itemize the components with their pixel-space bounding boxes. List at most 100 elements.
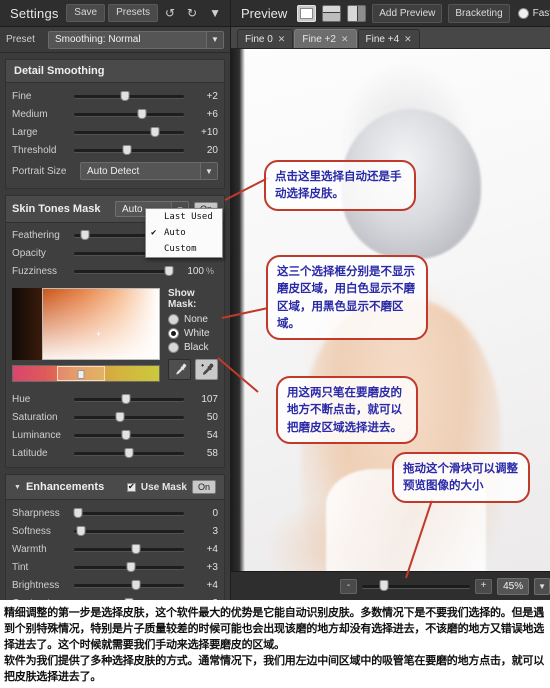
slider-medium[interactable]: Medium +6 [6,105,224,123]
slider-fine[interactable]: Fine +2 [6,87,224,105]
radio-show-mask-white[interactable]: White [168,328,218,339]
radio-icon[interactable] [517,7,529,19]
zoom-bar: - + 45% ▼ [231,571,550,600]
slider-softness[interactable]: Softness 3 [6,522,224,540]
add-preview-button[interactable]: Add Preview [372,3,443,23]
color-gradient-field[interactable]: + [12,288,160,360]
color-sv-field[interactable] [42,288,160,360]
slider-fuzziness[interactable]: Fuzziness 100 % [6,262,224,280]
zoom-slider-track [362,585,471,588]
tab-fine-plus-2[interactable]: Fine +2 ✕ [294,29,357,48]
slider-knob[interactable] [73,508,83,518]
zoom-slider-knob[interactable] [379,580,389,591]
radio-icon[interactable] [168,342,179,353]
tab-fine-plus-4[interactable]: Fine +4 ✕ [357,29,420,48]
slider-track-area[interactable] [74,390,184,408]
portrait-size-select[interactable]: Auto Detect ▼ [80,162,218,180]
presets-button[interactable]: Presets [108,4,158,22]
radio-icon[interactable] [168,328,179,339]
hue-range-knob[interactable] [77,370,85,379]
slider-track-area[interactable] [74,540,184,558]
slider-track-area[interactable] [74,558,184,576]
settings-menu-icon[interactable]: ▼ [204,4,226,22]
preview-tabbar: Fine 0 ✕ Fine +2 ✕ Fine +4 ✕ [231,27,550,49]
slider-knob[interactable] [164,266,174,276]
bracketing-button[interactable]: Bracketing [448,3,510,23]
eyedropper-plus-icon[interactable] [195,359,218,380]
preset-value: Smoothing: Normal [55,34,141,45]
slider-track-area[interactable] [74,141,184,159]
dropdown-item-custom[interactable]: Custom [146,241,222,257]
slider-knob[interactable] [124,448,134,458]
close-icon[interactable]: ✕ [404,34,412,45]
eyedropper-plain-icon[interactable] [168,359,191,380]
zoom-slider[interactable] [362,578,471,594]
slider-saturation[interactable]: Saturation 50 [6,408,224,426]
tab-fine-0[interactable]: Fine 0 ✕ [237,29,294,48]
slider-knob[interactable] [126,562,136,572]
slider-track-area[interactable] [74,123,184,141]
slider-track-area[interactable] [74,522,184,540]
slider-track [74,131,184,134]
slider-knob[interactable] [131,580,141,590]
split-horizontal-view-icon[interactable] [322,4,342,22]
single-view-icon[interactable] [297,4,317,22]
skin-tones-mask-dropdown-menu[interactable]: Last Used ✔ Auto Custom [145,208,223,258]
slider-hue[interactable]: Hue 107 [6,390,224,408]
slider-knob[interactable] [121,430,131,440]
use-mask-checkbox[interactable]: ✔ [126,482,136,492]
enhancements-header[interactable]: ▼ Enhancements ✔ Use Mask On [6,475,224,500]
slider-sharpness[interactable]: Sharpness 0 [6,504,224,522]
chevron-down-icon[interactable]: ▼ [534,577,550,595]
radio-icon[interactable] [168,314,179,325]
zoom-in-button[interactable]: + [475,578,493,594]
slider-track-area[interactable] [73,504,184,522]
slider-knob[interactable] [137,109,147,119]
slider-latitude[interactable]: Latitude 58 [6,444,224,462]
slider-large[interactable]: Large +10 [6,123,224,141]
slider-track-area[interactable] [74,444,184,462]
slider-track-area[interactable] [74,262,174,280]
zoom-out-button[interactable]: - [340,578,358,594]
radio-show-mask-black[interactable]: Black [168,342,218,353]
slider-knob[interactable] [120,91,130,101]
slider-tint[interactable]: Tint +3 [6,558,224,576]
slider-track-area[interactable] [74,426,184,444]
hue-range-selection[interactable] [57,366,105,381]
detail-smoothing-header[interactable]: Detail Smoothing [6,60,224,83]
slider-label: Brightness [12,579,60,591]
slider-knob[interactable] [121,394,131,404]
split-vertical-view-icon[interactable] [347,4,367,22]
close-icon[interactable]: ✕ [278,34,286,45]
enhancements-on-toggle[interactable]: On [191,480,216,494]
slider-label: Latitude [12,447,48,459]
save-button[interactable]: Save [66,4,106,22]
caption-block: 精细调整的第一步是选择皮肤，这个软件最大的优势是它能自动识别皮肤。多数情况下是不… [0,600,550,688]
slider-threshold[interactable]: Threshold 20 [6,141,224,159]
slider-knob[interactable] [76,526,86,536]
slider-warmth[interactable]: Warmth +4 [6,540,224,558]
preset-select[interactable]: Smoothing: Normal ▼ [48,30,224,49]
fast-preview-toggle[interactable]: Fast [517,7,550,19]
chevron-down-icon[interactable]: ▼ [14,484,21,491]
radio-show-mask-none[interactable]: None [168,314,218,325]
dropdown-item-auto[interactable]: ✔ Auto [146,225,222,241]
slider-track-area[interactable] [74,408,184,426]
redo-icon[interactable]: ↻ [182,4,202,22]
undo-icon[interactable]: ↺ [160,4,180,22]
hue-strip[interactable] [12,365,160,382]
slider-knob[interactable] [80,230,90,240]
slider-knob[interactable] [131,544,141,554]
slider-track-area[interactable] [74,87,184,105]
slider-track-area[interactable] [74,576,184,594]
slider-brightness[interactable]: Brightness +4 [6,576,224,594]
dropdown-item-last-used[interactable]: Last Used [146,209,222,225]
slider-knob[interactable] [115,412,125,422]
slider-luminance[interactable]: Luminance 54 [6,426,224,444]
close-icon[interactable]: ✕ [341,34,349,45]
zoom-percent-value[interactable]: 45% [497,577,530,595]
slider-knob[interactable] [150,127,160,137]
slider-knob[interactable] [122,145,132,155]
slider-track-area[interactable] [74,105,184,123]
slider-value: 50 [206,411,218,423]
